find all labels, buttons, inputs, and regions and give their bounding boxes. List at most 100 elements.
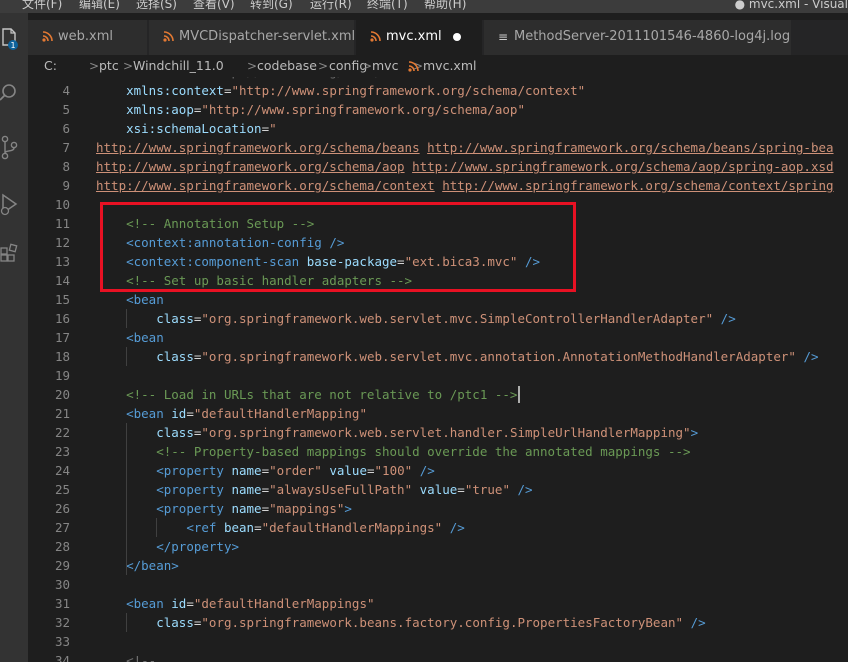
line-number: 33 [54,634,70,649]
line-number: 10 [54,197,70,212]
explorer-badge: 1 [10,41,15,50]
line-number: 26 [54,501,70,516]
code-text[interactable]: class="org.springframework.beans.factory… [96,613,705,632]
tab-mvc-xml[interactable]: mvc.xml [356,20,483,55]
code-line: 6 xsi:schemaLocation=" [28,119,848,138]
code-line: 31 <bean id="defaultHandlerMappings" [28,594,848,613]
indent-guide [156,518,158,537]
code-line: 16 class="org.springframework.web.servle… [28,309,848,328]
indent-guide [126,423,128,575]
code-text[interactable]: <bean id="defaultHandlerMappings" [96,594,374,613]
editor-tab-bar: web.xml MVCDispatcher-servlet.xml mvc.xml ≡… [28,20,848,55]
breadcrumb-separator: > [89,59,100,73]
code-text[interactable]: </bean> [96,556,179,575]
code-line: 32 class="org.springframework.beans.fact… [28,613,848,632]
line-number: 16 [54,311,70,326]
code-line: 22 class="org.springframework.web.servle… [28,423,848,442]
code-text[interactable]: <bean [96,290,164,309]
breadcrumb-separator: > [362,59,373,73]
breadcrumb-item[interactable]: mvc.xml [423,58,476,74]
code-text[interactable]: <ref bean="defaultHandlerMappings" /> [96,518,465,537]
tab-label: MVCDispatcher-servlet.xml [179,29,356,44]
text-cursor [517,386,520,403]
breadcrumb-item[interactable]: C: [44,58,57,74]
file-xml-icon [408,58,419,76]
line-number: 31 [54,596,70,611]
code-line: 5 xmlns:aop="http://www.springframework.… [28,100,848,119]
code-text[interactable]: <!-- [96,651,156,662]
code-line: 8 http://www.springframework.org/schema/a… [28,157,848,176]
code-text[interactable]: <property name="order" value="100" /> [96,461,435,480]
code-line: 34 <!-- [28,651,848,662]
breadcrumb-item[interactable]: Windchill_11.0 [133,58,224,74]
code-line: 28 </property> [28,537,848,556]
code-text[interactable]: <!-- Load in URLs that are not relative … [96,385,517,404]
search-icon[interactable] [0,81,20,103]
line-number: 30 [54,577,70,592]
code-text[interactable]: xsi:schemaLocation=" [96,119,277,138]
tab-web-xml[interactable]: web.xml [28,20,148,55]
code-text[interactable]: <property name="mappings"> [96,499,352,518]
line-number: 8 [62,159,70,174]
rss-icon [163,31,174,45]
menu-item[interactable]: 文件(F) [22,0,62,12]
code-line: 7 http://www.springframework.org/schema/b… [28,138,848,157]
line-number: 13 [54,254,70,269]
code-line: 17 <bean [28,328,848,347]
code-text[interactable]: class="org.springframework.web.servlet.m… [96,347,818,366]
line-number: 19 [54,368,70,383]
code-line: 4 xmlns:context="http://www.springframew… [28,81,848,100]
run-debug-icon[interactable] [0,193,20,216]
menu-item[interactable]: 终端(T) [367,0,408,12]
code-line: 18 class="org.springframework.web.servle… [28,347,848,366]
line-number: 15 [54,292,70,307]
breadcrumb-item[interactable]: ptc [99,58,119,74]
code-line: 19 [28,366,848,385]
code-text[interactable]: http://www.springframework.org/schema/be… [96,138,834,157]
line-number: 29 [54,558,70,573]
code-text[interactable]: http://www.springframework.org/schema/ao… [96,157,834,176]
source-control-icon[interactable] [0,135,20,160]
menu-item[interactable]: 编辑(E) [79,0,120,12]
menu-item[interactable]: 帮助(H) [424,0,466,12]
line-number: 7 [62,140,70,155]
rss-icon [370,31,381,45]
activity-bar: 1 [0,13,28,662]
code-text[interactable]: <bean id="defaultHandlerMapping" [96,404,367,423]
line-number: 21 [54,406,70,421]
code-line: 24 <property name="order" value="100" /> [28,461,848,480]
menu-item[interactable]: 运行(R) [310,0,352,12]
line-number: 14 [54,273,70,288]
code-text[interactable]: class="org.springframework.web.servlet.h… [96,423,698,442]
code-editor[interactable]: 3 xmlns:xsi="http://www.w3.org/2001/XMLS… [28,77,848,662]
code-text[interactable]: <bean [96,328,164,347]
code-line: 27 <ref bean="defaultHandlerMappings" /> [28,518,848,537]
code-line: 33 [28,632,848,651]
extensions-icon[interactable] [0,241,20,263]
code-text[interactable]: <property name="alwaysUseFullPath" value… [96,480,532,499]
rss-icon [42,31,53,45]
menu-item[interactable]: 查看(V) [193,0,235,12]
tab-mvcdispatcher-servlet-xml[interactable]: MVCDispatcher-servlet.xml [149,20,355,55]
breadcrumb: C: > ptc > Windchill_11.0 > codebase > config > mv… [28,55,848,77]
code-text[interactable]: http://www.springframework.org/schema/co… [96,176,834,195]
code-text[interactable]: class="org.springframework.web.servlet.m… [96,309,736,328]
explorer-icon[interactable]: 1 [0,26,20,50]
indent-guide [126,309,128,328]
line-number: 9 [62,178,70,193]
breadcrumb-item[interactable]: codebase [257,58,317,74]
code-text[interactable]: xmlns:aop="http://www.springframework.or… [96,100,525,119]
menu-item[interactable]: 转到(G) [250,0,293,12]
code-text[interactable]: </property> [96,537,239,556]
code-text[interactable]: <!-- Property-based mappings should over… [96,442,690,461]
breadcrumb-separator: > [318,59,329,73]
menu-item[interactable]: 选择(S) [136,0,177,12]
line-number: 12 [54,235,70,250]
tab-methodserver-2011101546-4860-log4j-log[interactable]: ≡ MethodServer-2011101546-4860-log4j.log [484,20,792,55]
code-line: 30 [28,575,848,594]
code-text[interactable]: xmlns:context="http://www.springframewor… [96,81,585,100]
breadcrumb-item[interactable]: mvc [372,58,398,74]
line-number: 18 [54,349,70,364]
tab-label: mvc.xml [386,29,442,44]
unsaved-dot-icon[interactable] [453,33,461,41]
